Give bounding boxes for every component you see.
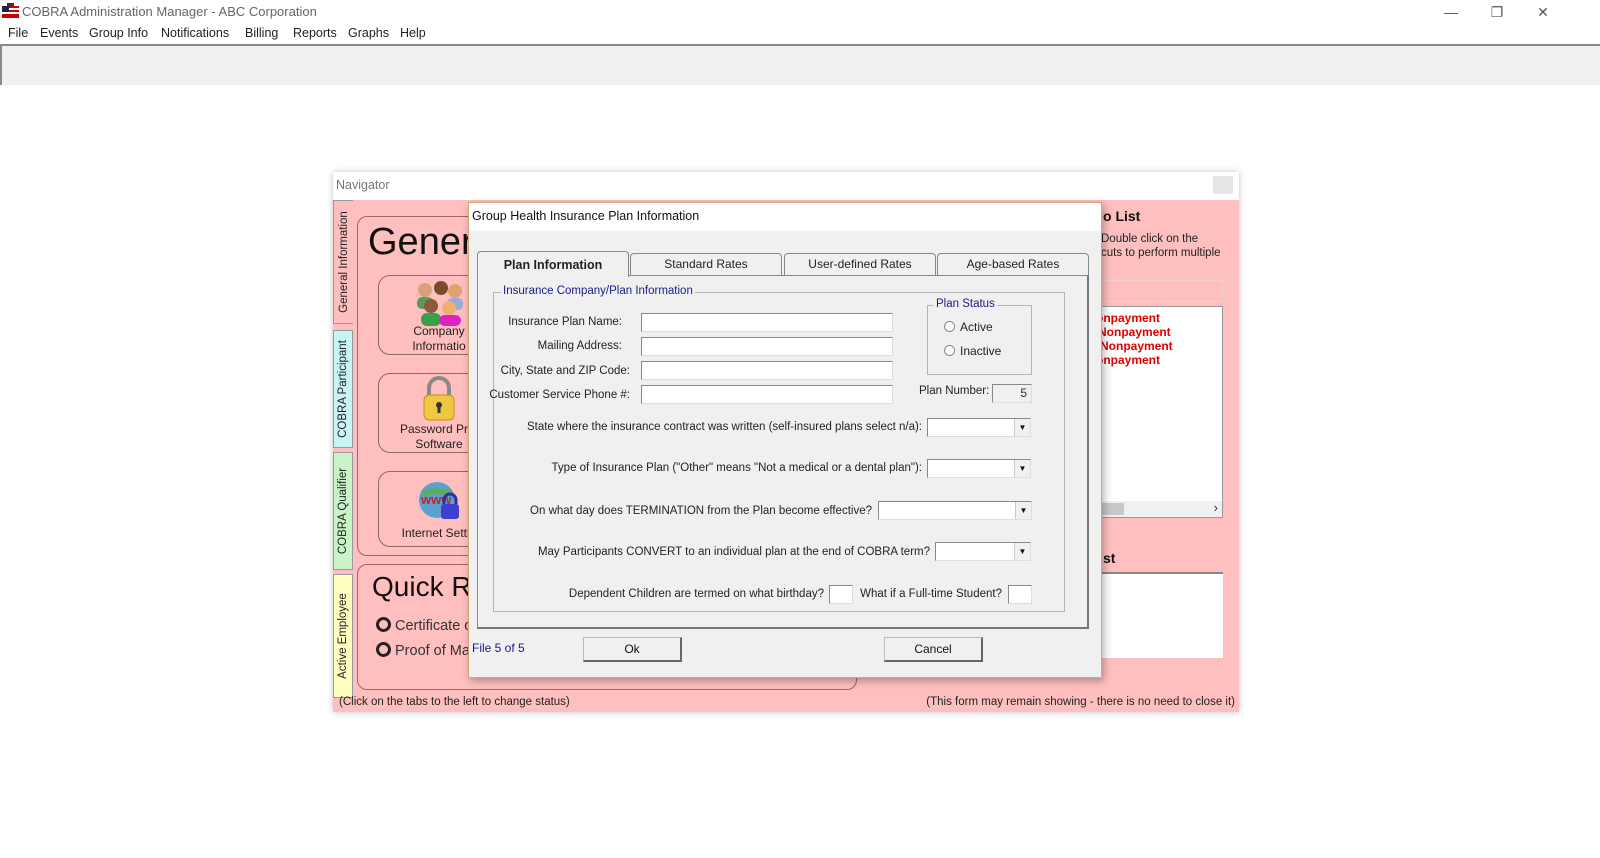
state-contract-combo[interactable]: ▼ [927,418,1031,437]
radio-button-icon [944,321,955,332]
tab-plan-information[interactable]: Plan Information [477,251,629,277]
quick-option-certificate[interactable]: Certificate o [376,617,472,634]
restore-button[interactable]: ❐ [1482,2,1512,22]
menu-events[interactable]: Events [40,26,78,40]
radio-ring-icon [376,642,391,657]
dialog-title: Group Health Insurance Plan Information [472,209,700,223]
combo-label: Type of Insurance Plan ("Other" means "N… [551,462,922,474]
dropdown-arrow-icon[interactable]: ▼ [1015,502,1031,519]
city-state-zip-input[interactable] [641,361,893,380]
second-list-title: st [1103,550,1116,566]
dependent-birthday-label: Dependent Children are termed on what bi… [568,588,824,600]
file-position-label: File 5 of 5 [472,641,525,655]
minimize-button[interactable]: — [1436,2,1466,22]
menu-group-info[interactable]: Group Info [89,26,148,40]
menu-notifications[interactable]: Notifications [161,26,229,40]
cancel-button[interactable]: Cancel [884,637,983,662]
field-label: Mailing Address: [537,340,622,352]
quick-title: Quick R [372,571,472,602]
app-title: COBRA Administration Manager - ABC Corpo… [22,4,317,19]
combo-label: May Participants CONVERT to an individua… [537,546,930,558]
toolbar [0,44,1600,85]
navigator-title: Navigator [336,178,390,192]
list-item[interactable]: Nonpayment [1098,325,1171,339]
navigator-close-button[interactable] [1213,176,1233,194]
navigator-vertical-tabs: General Information COBRA Participant CO… [333,200,353,700]
scroll-right-icon[interactable]: › [1214,500,1218,515]
convert-plan-combo[interactable]: ▼ [935,542,1031,561]
field-label: Insurance Plan Name: [508,316,622,328]
list-item[interactable]: onpayment [1096,311,1160,325]
dropdown-arrow-icon[interactable]: ▼ [1014,419,1030,436]
horizontal-scrollbar[interactable]: › [1094,500,1222,517]
mailing-address-input[interactable] [641,337,893,356]
insurance-plan-name-input[interactable] [641,313,893,332]
radio-ring-icon [376,617,391,632]
customer-service-phone-input[interactable] [641,385,893,404]
menu-billing[interactable]: Billing [245,26,278,40]
quick-option-proof[interactable]: Proof of Ma [376,642,470,659]
insurance-company-group: Insurance Company/Plan Information Insur… [489,285,1065,612]
people-icon [417,281,463,326]
termination-day-combo[interactable]: ▼ [878,501,1032,520]
plan-information-panel: Insurance Company/Plan Information Insur… [477,275,1089,629]
dropdown-arrow-icon[interactable]: ▼ [1014,460,1030,477]
navigator-footer-note: (This form may remain showing - there is… [926,696,1235,708]
todo-description: Double click on the cuts to perform mult… [1101,233,1221,259]
menu-file[interactable]: File [8,26,28,40]
vtab-cobra-participant[interactable]: COBRA Participant [333,330,353,448]
radio-inactive[interactable]: Inactive [944,344,1001,358]
navigator-footer-hint: (Click on the tabs to the left to change… [339,696,570,708]
padlock-icon [423,376,455,421]
combo-label: On what day does TERMINATION from the Pl… [530,505,872,517]
field-label: City, State and ZIP Code: [500,365,630,377]
plan-number-field: 5 [992,384,1032,403]
globe-lock-icon: www [419,482,459,519]
menu-help[interactable]: Help [400,26,426,40]
student-birthday-input[interactable] [1008,585,1032,604]
field-label: Customer Service Phone #: [489,389,630,401]
dialog-titlebar: Group Health Insurance Plan Information [469,203,1101,231]
dependent-birthday-input[interactable] [829,585,853,604]
tab-age-based-rates[interactable]: Age-based Rates [937,253,1089,275]
app-titlebar: COBRA Administration Manager - ABC Corpo… [0,0,1600,24]
close-button[interactable]: ✕ [1528,2,1558,22]
plan-type-combo[interactable]: ▼ [927,459,1031,478]
dialog-tabs: Plan Information Standard Rates User-def… [477,251,1089,277]
radio-active[interactable]: Active [944,320,993,334]
plan-number-label: Plan Number: [919,385,990,397]
vtab-general-information[interactable]: General Information [333,200,353,324]
menu-bar: File Events Group Info Notifications Bil… [0,24,1600,44]
plan-information-dialog: Group Health Insurance Plan Information … [468,202,1102,678]
todo-list-title: o List [1103,208,1141,224]
tab-standard-rates[interactable]: Standard Rates [630,253,782,275]
ok-button[interactable]: Ok [583,637,682,662]
combo-label: State where the insurance contract was w… [526,421,922,433]
menu-graphs[interactable]: Graphs [348,26,389,40]
second-list[interactable] [1093,572,1223,658]
list-item[interactable]: onpayment [1096,353,1160,367]
vtab-active-employee[interactable]: Active Employee [333,574,353,698]
navigator-titlebar: Navigator [333,172,1239,200]
tab-user-defined-rates[interactable]: User-defined Rates [784,253,936,275]
todo-header-bar [1093,280,1223,302]
menu-reports[interactable]: Reports [293,26,337,40]
student-label: What if a Full-time Student? [860,588,1002,600]
dropdown-arrow-icon[interactable]: ▼ [1014,543,1030,560]
general-title: Gener [368,221,474,263]
plan-status-legend: Plan Status [934,298,997,310]
vtab-cobra-qualifier[interactable]: COBRA Qualifier [333,452,353,570]
app-flag-icon [2,3,19,18]
list-item[interactable]: r Nonpayment [1094,339,1173,353]
radio-button-icon [944,345,955,356]
plan-status-group: Plan Status Active Inactive [927,298,1032,375]
todo-list[interactable]: onpayment Nonpayment r Nonpayment onpaym… [1093,306,1223,518]
group-legend: Insurance Company/Plan Information [501,285,695,297]
